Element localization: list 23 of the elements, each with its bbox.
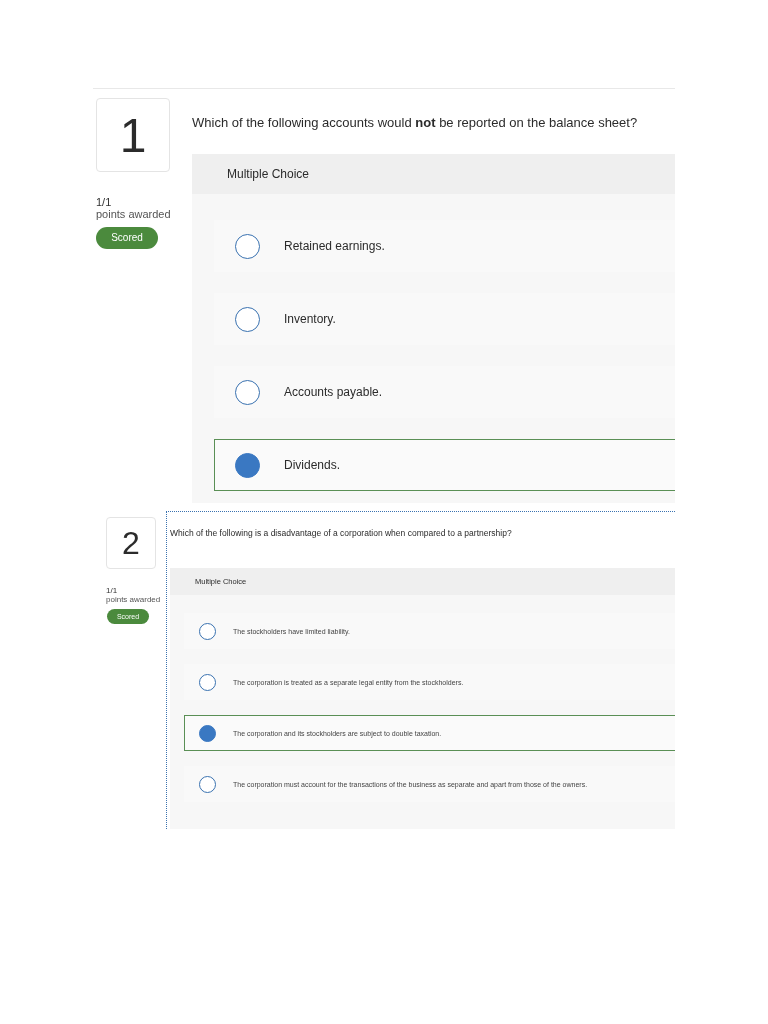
option-label: Inventory. xyxy=(284,312,336,326)
points-label: points awarded xyxy=(96,208,171,220)
points-score: 1/1 xyxy=(96,196,112,208)
points-score: 1/1 xyxy=(106,586,118,595)
option-label: Retained earnings. xyxy=(284,239,385,253)
answer-option[interactable]: Dividends. xyxy=(214,439,675,491)
points-label: points awarded xyxy=(106,595,161,604)
radio-button[interactable] xyxy=(199,622,216,640)
question-number: 2 xyxy=(106,517,156,569)
status-badge: Scored xyxy=(96,227,158,249)
radio-button[interactable] xyxy=(199,673,216,691)
radio-button[interactable] xyxy=(235,306,260,332)
radio-button[interactable] xyxy=(199,775,216,793)
radio-button[interactable] xyxy=(235,233,260,259)
question-type: Multiple Choice xyxy=(227,167,310,181)
radio-button[interactable] xyxy=(235,379,260,405)
option-label: Dividends. xyxy=(284,458,341,472)
option-label: Accounts payable. xyxy=(284,385,383,399)
question-text: Which of the following accounts would not be reported on the balance sheet? xyxy=(192,114,639,132)
radio-button[interactable] xyxy=(235,452,260,478)
question-number: 1 xyxy=(96,98,170,172)
question-text: Which of the following is a disadvantage of a corporation when compared to a partnership? xyxy=(170,527,513,540)
radio-button[interactable] xyxy=(199,724,216,742)
